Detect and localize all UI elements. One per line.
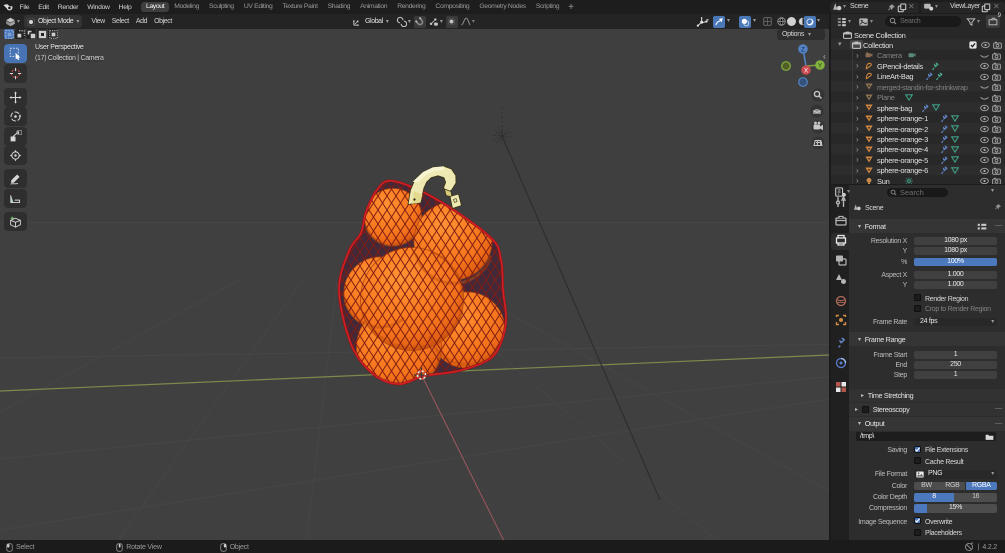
svg-text:Y: Y: [818, 63, 823, 70]
svg-text:Z: Z: [801, 47, 805, 54]
svg-text:X: X: [804, 68, 809, 75]
